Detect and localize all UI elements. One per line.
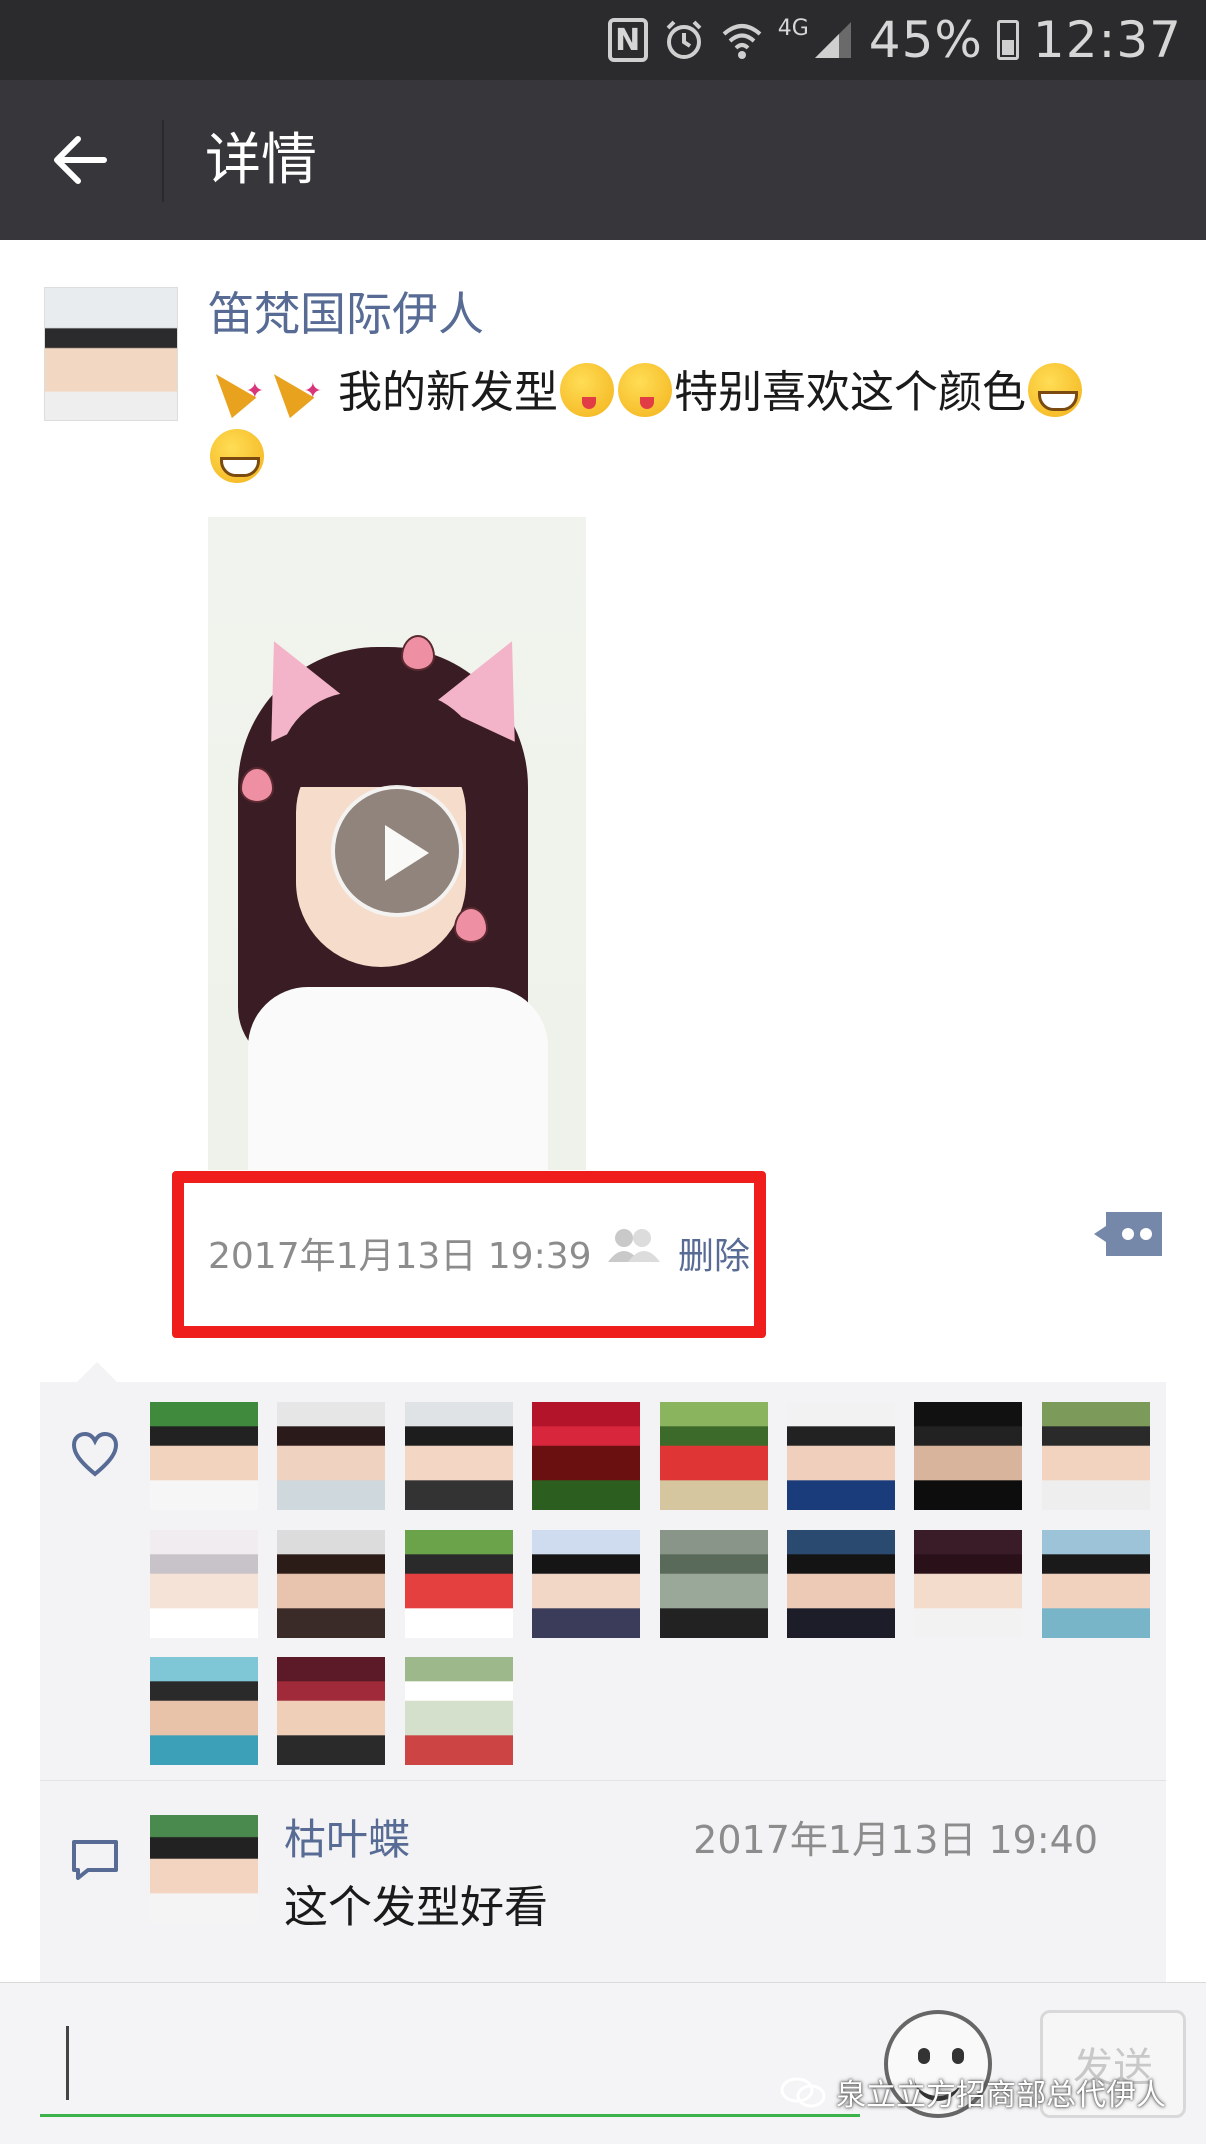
friends-icon — [608, 1229, 660, 1262]
commenter-name[interactable]: 枯叶蝶 — [284, 1810, 410, 1870]
post-author-name[interactable]: 笛梵国际伊人 — [208, 282, 484, 346]
title-divider — [162, 120, 164, 202]
liker-avatar[interactable] — [659, 1402, 768, 1510]
nfc-label: N — [615, 22, 641, 58]
liker-avatar[interactable] — [914, 1402, 1023, 1510]
comment-time: 2017年1月13日 19:40 — [693, 1818, 1098, 1862]
liker-avatar[interactable] — [404, 1529, 513, 1638]
post-text-part: 特别喜欢这个颜色 — [674, 367, 1026, 418]
liker-avatar[interactable] — [277, 1657, 386, 1765]
liker-avatar[interactable] — [787, 1529, 895, 1638]
liker-avatar[interactable] — [150, 1529, 258, 1638]
liker-avatar[interactable] — [150, 1402, 258, 1510]
watermark: 泉立立方招商部总代伊人 — [780, 2070, 1166, 2114]
input-underline — [40, 2114, 860, 2117]
clock-time: 12:37 — [1032, 11, 1182, 69]
alarm-clock-icon — [666, 20, 702, 59]
winking-tongue-face-icon — [618, 363, 672, 417]
comment-bubble-icon — [72, 1840, 118, 1880]
strawberry-sticker-icon — [240, 767, 274, 803]
liker-avatar[interactable] — [532, 1529, 641, 1638]
liker-avatar[interactable] — [150, 1657, 258, 1765]
commenter-avatar[interactable] — [150, 1815, 258, 1923]
heart-outline-icon — [71, 1431, 119, 1477]
battery-icon — [996, 20, 1019, 60]
wechat-icon — [780, 2077, 826, 2108]
liker-avatar[interactable] — [404, 1402, 513, 1510]
watermark-text: 泉立立方招商部总代伊人 — [836, 2078, 1166, 2113]
panel-divider — [40, 1780, 1166, 1781]
status-icons: N 4G 45% 12:37 — [607, 0, 1182, 80]
back-button[interactable] — [40, 120, 120, 200]
video-thumbnail[interactable] — [208, 517, 586, 1170]
network-type: 4G — [777, 16, 809, 41]
author-avatar[interactable] — [44, 287, 178, 421]
grinning-face-icon — [210, 429, 264, 483]
page-title: 详情 — [205, 128, 317, 193]
strawberry-sticker-icon — [454, 907, 488, 943]
play-icon[interactable] — [331, 785, 463, 917]
liker-avatar[interactable] — [404, 1657, 513, 1765]
grinning-face-icon — [1028, 363, 1082, 417]
comment-input[interactable] — [66, 2026, 69, 2100]
comment-more-icon[interactable] — [1092, 1208, 1164, 1260]
signal-strength-icon — [814, 22, 851, 58]
liker-avatar[interactable] — [914, 1529, 1023, 1638]
winking-tongue-face-icon — [560, 363, 614, 417]
party-popper-icon — [268, 359, 322, 425]
liker-avatar[interactable] — [277, 1402, 386, 1510]
post-text-part: 我的新发型 — [338, 367, 558, 418]
liker-avatar[interactable] — [1041, 1529, 1150, 1638]
delete-link[interactable]: 删除 — [678, 1230, 750, 1284]
post-timestamp: 2017年1月13日 19:39 — [208, 1236, 592, 1277]
liker-avatar[interactable] — [532, 1402, 641, 1510]
liker-avatar[interactable] — [659, 1529, 768, 1638]
comment-text[interactable]: 这个发型好看 — [284, 1876, 548, 1940]
battery-percent: 45% — [868, 11, 983, 69]
status-bar: N 4G 45% 12:37 — [0, 0, 1206, 80]
nfc-icon: N — [607, 18, 648, 62]
liker-avatar[interactable] — [787, 1402, 895, 1510]
liker-avatar[interactable] — [277, 1529, 386, 1638]
wifi-icon — [722, 24, 762, 59]
panel-pointer — [75, 1362, 119, 1384]
party-popper-icon — [210, 359, 264, 425]
title-bar: 详情 — [0, 80, 1206, 240]
thumb-shirt — [248, 987, 548, 1170]
post-text: 我的新发型 特别喜欢这个颜色 — [208, 359, 1108, 492]
comment-input-bar — [0, 1982, 1206, 2144]
strawberry-sticker-icon — [401, 635, 435, 671]
arrow-left-icon — [54, 136, 107, 184]
liker-avatar[interactable] — [1041, 1402, 1150, 1510]
